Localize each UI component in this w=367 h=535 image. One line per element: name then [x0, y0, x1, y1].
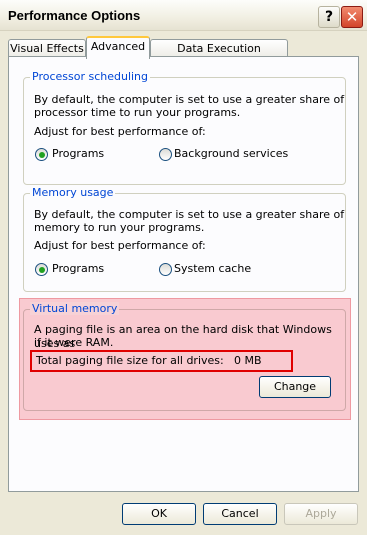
cancel-button[interactable]: Cancel	[203, 503, 277, 525]
virtual-memory-legend: Virtual memory	[30, 302, 120, 315]
virtual-memory-description-line2: if it were RAM.	[34, 336, 114, 349]
memory-programs-radio[interactable]	[35, 263, 48, 276]
memory-adjust-label: Adjust for best performance of:	[34, 239, 206, 252]
change-virtual-memory-button[interactable]: Change	[259, 376, 331, 398]
total-paging-size-value: 0 MB	[234, 354, 262, 367]
title-bar[interactable]: Performance Options ? ✕	[0, 0, 367, 31]
processor-scheduling-legend: Processor scheduling	[30, 70, 151, 83]
processor-adjust-label: Adjust for best performance of:	[34, 125, 206, 138]
window-title: Performance Options	[8, 8, 141, 23]
radio-selected-dot	[38, 266, 45, 273]
memory-description-line2: memory to run your programs.	[34, 221, 205, 234]
memory-description-line1: By default, the computer is set to use a…	[34, 208, 345, 221]
memory-system-cache-label[interactable]: System cache	[174, 262, 251, 276]
performance-options-window: Performance Options ? ✕ Visual Effects A…	[0, 0, 367, 535]
processor-background-services-label[interactable]: Background services	[174, 147, 288, 161]
processor-scheduling-group: Processor scheduling By default, the com…	[23, 70, 346, 185]
total-paging-size-label: Total paging file size for all drives:	[36, 354, 224, 367]
memory-programs-label[interactable]: Programs	[52, 262, 104, 276]
processor-programs-radio[interactable]	[35, 148, 48, 161]
help-button[interactable]: ?	[318, 6, 340, 28]
processor-description-line1: By default, the computer is set to use a…	[34, 93, 345, 106]
apply-button[interactable]: Apply	[284, 503, 358, 525]
memory-system-cache-radio[interactable]	[159, 263, 172, 276]
processor-background-services-radio[interactable]	[159, 148, 172, 161]
memory-usage-legend: Memory usage	[30, 186, 116, 199]
processor-programs-label[interactable]: Programs	[52, 147, 104, 161]
ok-button[interactable]: OK	[122, 503, 196, 525]
memory-usage-group: Memory usage By default, the computer is…	[23, 186, 346, 292]
close-button[interactable]: ✕	[341, 6, 363, 28]
radio-selected-dot	[38, 151, 45, 158]
virtual-memory-group: Virtual memory A paging file is an area …	[23, 302, 346, 411]
tab-advanced[interactable]: Advanced	[86, 36, 150, 59]
advanced-tab-panel: Processor scheduling By default, the com…	[8, 56, 359, 492]
processor-description-line2: processor time to run your programs.	[34, 106, 241, 119]
